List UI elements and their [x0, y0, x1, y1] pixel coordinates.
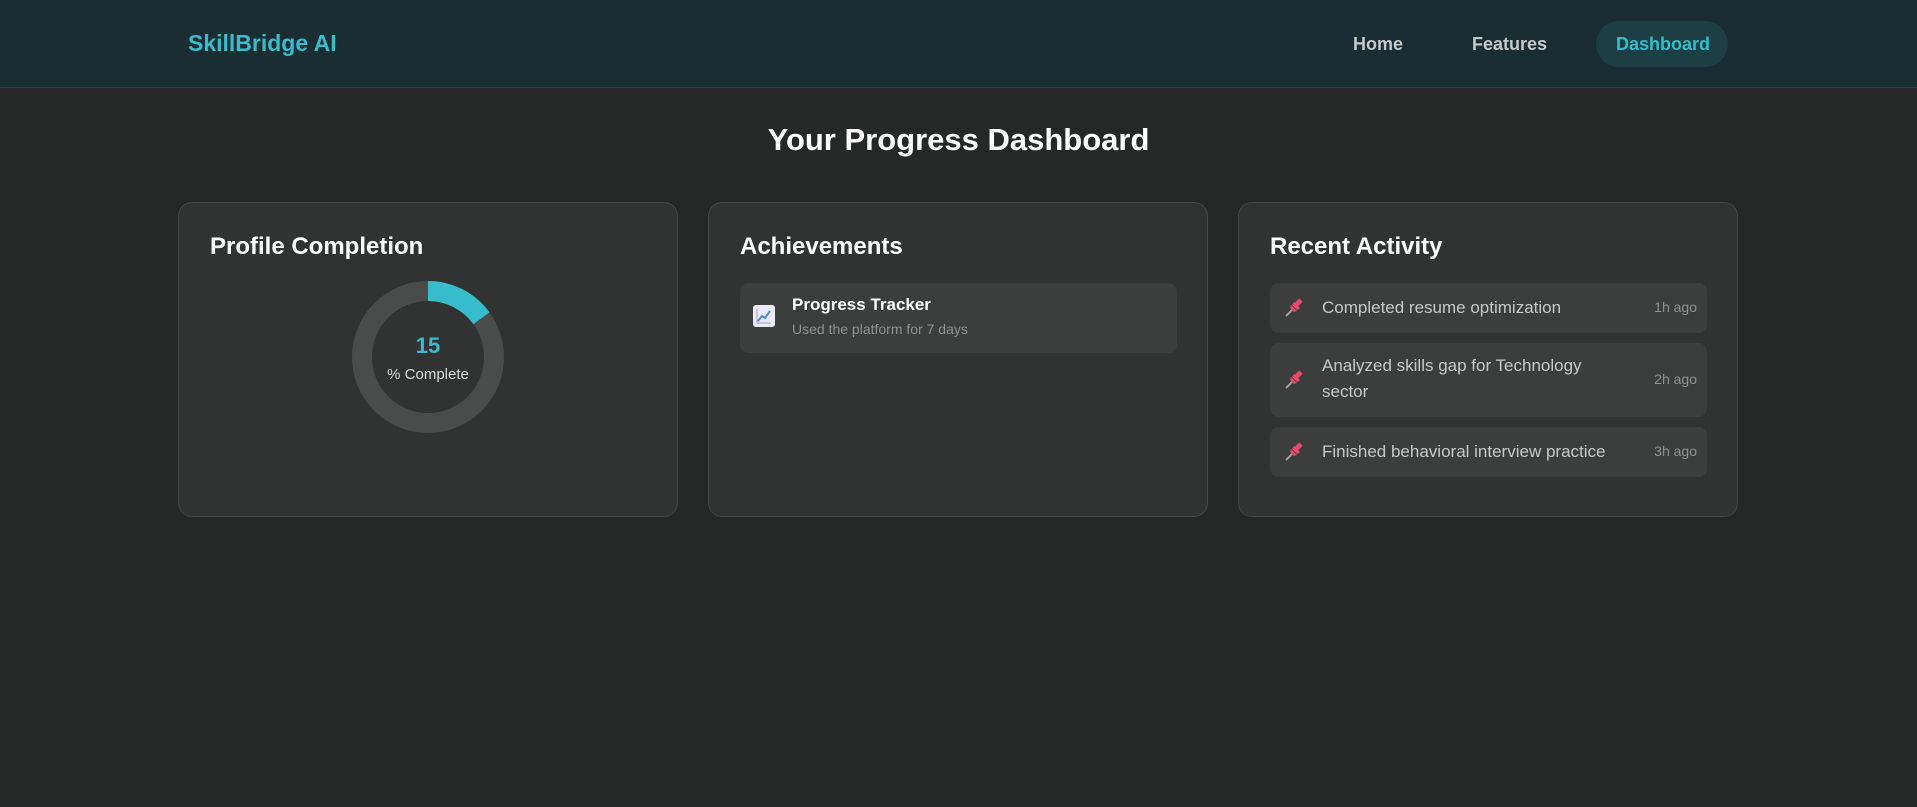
nav-link-features[interactable]: Features	[1452, 21, 1567, 67]
card-title: Profile Completion	[210, 233, 424, 260]
page-title: Your Progress Dashboard	[767, 122, 1150, 157]
chart-increasing-icon	[753, 305, 775, 327]
achievements-card: Achievements Progress Tracker Used the p…	[708, 202, 1208, 517]
card-title: Recent Activity	[1270, 233, 1443, 260]
brand-logo[interactable]: SkillBridge AI	[188, 30, 337, 57]
activity-time: 2h ago	[1654, 371, 1697, 387]
activity-item: Analyzed skills gap for Technology secto…	[1270, 343, 1707, 417]
card-title: Achievements	[740, 233, 903, 260]
profile-completion-card: Profile Completion 15 % Complete	[178, 202, 678, 517]
activity-time: 3h ago	[1654, 443, 1697, 459]
activity-text: Completed resume optimization	[1322, 298, 1562, 317]
activity-item: Completed resume optimization 1h ago	[1270, 283, 1707, 333]
achievement-description: Used the platform for 7 days	[792, 321, 968, 337]
nav-link-home[interactable]: Home	[1333, 21, 1423, 67]
activity-item: Finished behavioral interview practice 3…	[1270, 427, 1707, 477]
completion-label: % Complete	[387, 366, 469, 383]
achievement-title: Progress Tracker	[792, 295, 931, 314]
recent-activity-card: Recent Activity Completed resume optimiz…	[1238, 202, 1738, 517]
achievement-item: Progress Tracker Used the platform for 7…	[740, 283, 1177, 353]
top-navbar: SkillBridge AI Home Features Dashboard	[0, 0, 1917, 88]
pushpin-icon	[1285, 370, 1303, 389]
activity-time: 1h ago	[1654, 299, 1697, 315]
completion-value: 15	[415, 333, 441, 358]
nav-link-dashboard[interactable]: Dashboard	[1596, 21, 1728, 67]
activity-text: Finished behavioral interview practice	[1322, 442, 1606, 461]
activity-text: Analyzed skills gap for Technology secto…	[1322, 356, 1582, 401]
pushpin-icon	[1285, 442, 1303, 461]
pushpin-icon	[1285, 298, 1303, 317]
